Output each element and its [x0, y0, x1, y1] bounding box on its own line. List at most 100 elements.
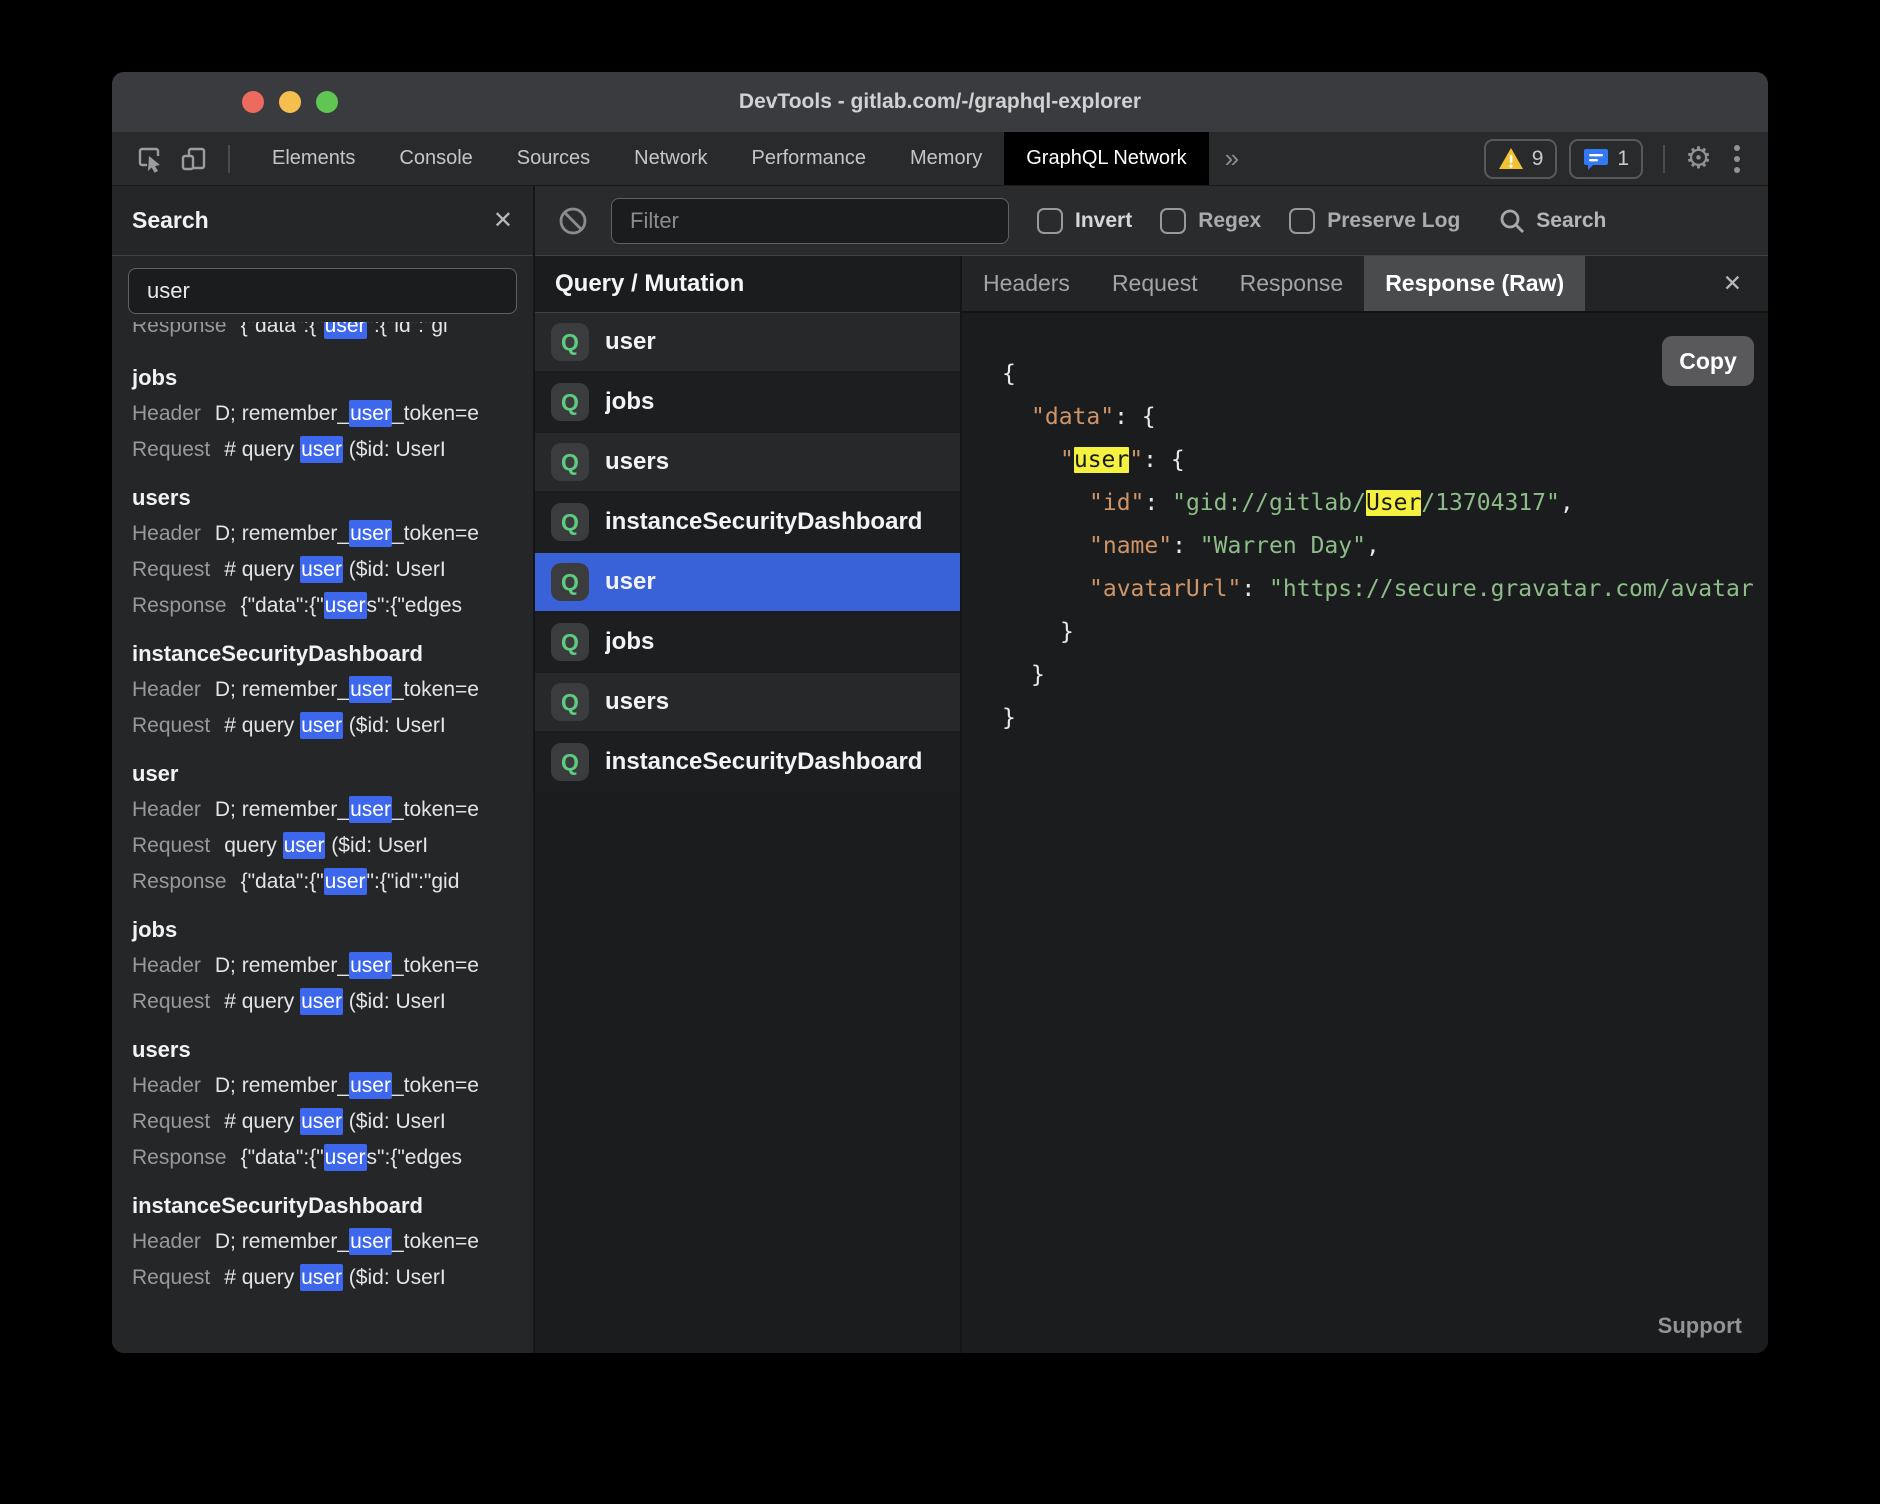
- close-window-button[interactable]: [242, 91, 264, 113]
- search-match-highlight-yellow: user: [1074, 447, 1129, 473]
- search-result-line-value: # query user ($id: UserI: [224, 436, 445, 463]
- response-tab-headers[interactable]: Headers: [962, 256, 1091, 311]
- regex-checkbox-group: Regex: [1160, 208, 1261, 234]
- query-list-item-user[interactable]: Quser: [535, 553, 960, 611]
- search-result-line[interactable]: Request# query user ($id: UserI: [132, 552, 533, 588]
- response-tab-response-raw[interactable]: Response (Raw): [1364, 256, 1585, 311]
- query-list-item-label: jobs: [605, 628, 654, 656]
- search-result-line[interactable]: Response{"data":{"users":{"edges: [132, 1140, 533, 1176]
- devtools-tab-console[interactable]: Console: [377, 132, 494, 185]
- query-list-item-user[interactable]: Quser: [535, 313, 960, 371]
- search-result-line[interactable]: Request# query user ($id: UserI: [132, 984, 533, 1020]
- json-line: "data": {: [962, 396, 1768, 439]
- search-result-line[interactable]: Response{"data":{"user":{"id":"gid: [132, 864, 533, 900]
- toolbar-search[interactable]: Search: [1498, 207, 1606, 235]
- search-result-line-label: Request: [132, 558, 210, 581]
- search-match-highlight: user: [349, 952, 392, 979]
- search-result-line-value: {"data":{"users":{"edges: [241, 1144, 462, 1171]
- query-list-item-users[interactable]: Qusers: [535, 673, 960, 731]
- more-tabs-chevron[interactable]: »: [1209, 132, 1255, 185]
- kebab-menu-icon[interactable]: [1724, 145, 1750, 173]
- response-content: Copy {"data": {"user": {"id": "gid://git…: [962, 313, 1768, 1353]
- search-result-operation-name[interactable]: users: [132, 480, 533, 516]
- warnings-badge[interactable]: 9: [1484, 139, 1558, 179]
- search-result-operation-name[interactable]: users: [132, 1032, 533, 1068]
- search-result-operation-name[interactable]: jobs: [132, 912, 533, 948]
- clear-log-icon[interactable]: [555, 203, 591, 239]
- inspect-element-icon[interactable]: [132, 141, 168, 177]
- search-match-highlight: user: [349, 796, 392, 823]
- search-result-line[interactable]: HeaderD; remember_user_token=e: [132, 792, 533, 828]
- search-result-line-value: # query user ($id: UserI: [224, 1264, 445, 1291]
- query-list-item-label: instanceSecurityDashboard: [605, 748, 922, 776]
- search-match-highlight: user: [324, 322, 367, 339]
- search-match-highlight: user: [349, 400, 392, 427]
- search-result-line[interactable]: HeaderD; remember_user_token=e: [132, 1068, 533, 1104]
- search-result-line[interactable]: Response{"data":{"users":{"edges: [132, 588, 533, 624]
- search-result-line[interactable]: HeaderD; remember_user_token=e: [132, 948, 533, 984]
- devtools-tab-performance[interactable]: Performance: [730, 132, 889, 185]
- search-input[interactable]: [128, 268, 517, 314]
- response-panel-close-icon[interactable]: ✕: [1723, 272, 1768, 295]
- search-result-line[interactable]: Requestquery user ($id: UserI: [132, 828, 533, 864]
- search-result-operation-name[interactable]: jobs: [132, 360, 533, 396]
- network-toolbar: Invert Regex Preserve Log Search: [535, 186, 1768, 256]
- search-panel-close-icon[interactable]: ✕: [493, 209, 513, 233]
- query-type-icon: Q: [551, 683, 589, 721]
- search-result-entry: jobsHeaderD; remember_user_token=eReques…: [132, 912, 533, 1020]
- warnings-count: 9: [1532, 147, 1544, 171]
- json-line: }: [962, 697, 1768, 740]
- search-match-highlight: user: [349, 1072, 392, 1099]
- network-area: Invert Regex Preserve Log Search: [535, 186, 1768, 1353]
- devtools-tab-elements[interactable]: Elements: [250, 132, 377, 185]
- query-list-item-instancesecuritydashboard[interactable]: QinstanceSecurityDashboard: [535, 733, 960, 791]
- devtools-tab-memory[interactable]: Memory: [888, 132, 1004, 185]
- search-result-operation-name[interactable]: instanceSecurityDashboard: [132, 636, 533, 672]
- search-panel-header: Search ✕: [112, 186, 533, 256]
- device-toolbar-icon[interactable]: [176, 141, 212, 177]
- copy-button[interactable]: Copy: [1662, 336, 1754, 386]
- devtools-tab-network[interactable]: Network: [612, 132, 729, 185]
- search-input-wrap: [112, 256, 533, 322]
- query-list-item-instancesecuritydashboard[interactable]: QinstanceSecurityDashboard: [535, 493, 960, 551]
- minimize-window-button[interactable]: [279, 91, 301, 113]
- devtools-tab-sources[interactable]: Sources: [495, 132, 612, 185]
- search-match-highlight: user: [300, 556, 343, 583]
- search-result-operation-name[interactable]: user: [132, 756, 533, 792]
- json-line: {: [962, 353, 1768, 396]
- query-type-icon: Q: [551, 503, 589, 541]
- search-result-line[interactable]: HeaderD; remember_user_token=e: [132, 516, 533, 552]
- search-result-line[interactable]: HeaderD; remember_user_token=e: [132, 396, 533, 432]
- search-result-line[interactable]: Request# query user ($id: UserI: [132, 432, 533, 468]
- search-match-highlight: user: [283, 832, 326, 859]
- regex-checkbox[interactable]: [1160, 208, 1186, 234]
- search-result-line[interactable]: HeaderD; remember_user_token=e: [132, 672, 533, 708]
- search-result-line-label: Header: [132, 1230, 201, 1253]
- settings-gear-icon[interactable]: ⚙: [1685, 144, 1712, 174]
- query-list-item-jobs[interactable]: Qjobs: [535, 373, 960, 431]
- tabbar-left-icons: [112, 132, 250, 185]
- preserve-log-label: Preserve Log: [1327, 209, 1460, 233]
- preserve-log-checkbox[interactable]: [1289, 208, 1315, 234]
- search-result-operation-name[interactable]: instanceSecurityDashboard: [132, 1188, 533, 1224]
- search-result-line[interactable]: Response{"data":{"user":{"id":"gi: [132, 322, 533, 344]
- search-result-line[interactable]: Request# query user ($id: UserI: [132, 708, 533, 744]
- support-link[interactable]: Support: [1658, 1313, 1742, 1339]
- search-result-entry: usersHeaderD; remember_user_token=eReque…: [132, 480, 533, 624]
- json-line: "user": {: [962, 439, 1768, 482]
- query-list-item-label: jobs: [605, 388, 654, 416]
- search-result-line[interactable]: HeaderD; remember_user_token=e: [132, 1224, 533, 1260]
- query-list-item-users[interactable]: Qusers: [535, 433, 960, 491]
- response-tab-request[interactable]: Request: [1091, 256, 1219, 311]
- invert-checkbox[interactable]: [1037, 208, 1063, 234]
- messages-badge[interactable]: 1: [1569, 139, 1643, 179]
- filter-input[interactable]: [611, 198, 1009, 244]
- maximize-window-button[interactable]: [316, 91, 338, 113]
- response-tab-response[interactable]: Response: [1219, 256, 1365, 311]
- query-list-item-label: users: [605, 448, 669, 476]
- search-result-line-label: Response: [132, 870, 227, 893]
- devtools-tab-graphql-network[interactable]: GraphQL Network: [1004, 132, 1208, 185]
- search-result-line[interactable]: Request# query user ($id: UserI: [132, 1104, 533, 1140]
- query-list-item-jobs[interactable]: Qjobs: [535, 613, 960, 671]
- search-result-line[interactable]: Request# query user ($id: UserI: [132, 1260, 533, 1296]
